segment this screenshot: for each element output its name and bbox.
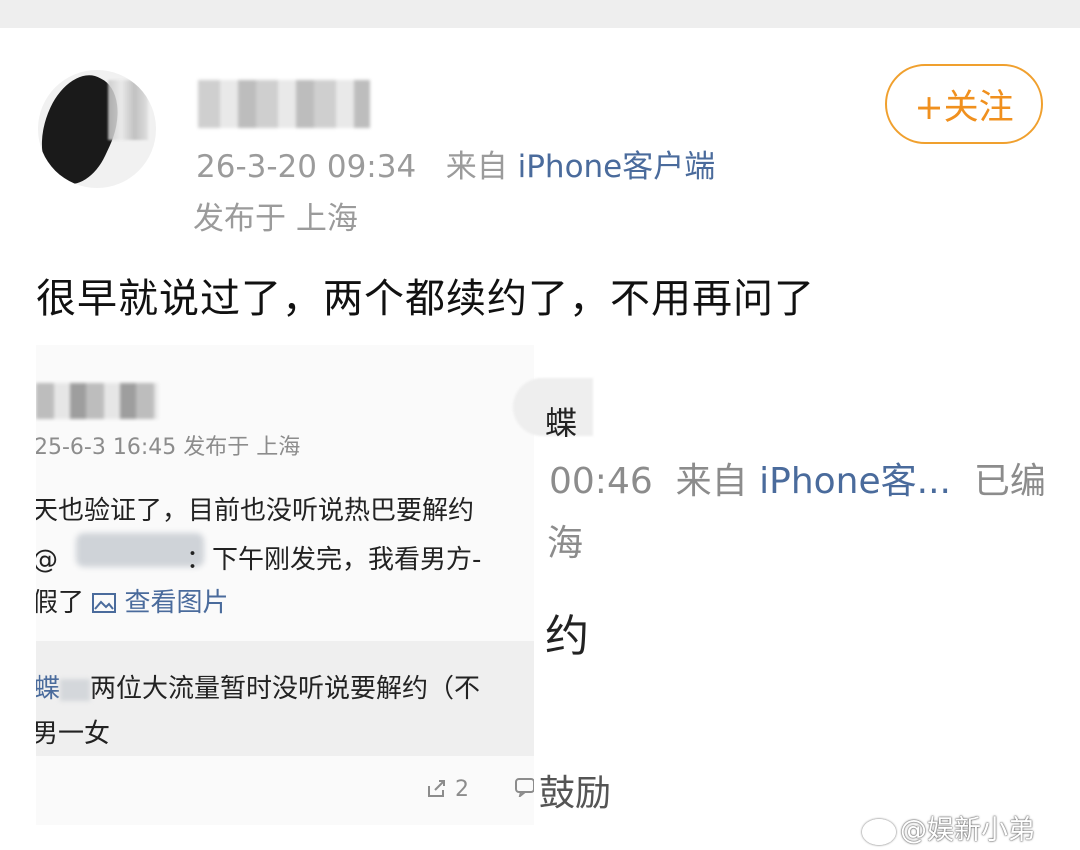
avatar-blur-mask (108, 80, 148, 140)
post-source-prefix: 来自 (445, 149, 508, 185)
share-icon (428, 780, 445, 797)
view-image-link[interactable]: 查看图片 (92, 588, 229, 618)
right-source-prefix: 来自 (675, 461, 748, 502)
embedded-username-blurred (36, 383, 158, 419)
avatar[interactable] (38, 70, 156, 188)
right-time: 00:46 (549, 461, 653, 502)
right-username: 蝶 (545, 404, 578, 442)
post-timestamp: 26-3-20 09:34 (196, 149, 417, 185)
view-image-label: 查看图片 (124, 588, 229, 618)
post-location: 发布于 上海 (193, 201, 358, 237)
follow-button[interactable]: +关注 (885, 64, 1043, 144)
post-text: 很早就说过了，两个都续约了，不用再问了 (36, 276, 815, 322)
mention-suffix: ：下午刚发完，我看男方- (186, 545, 482, 575)
quoted-post-line2: 男一女 (36, 719, 111, 749)
weibo-logo-icon (862, 818, 896, 845)
right-big-text: 约 (545, 611, 589, 662)
embedded-screenshot[interactable]: 25-6-3 16:45 发布于 上海 天也验证了，目前也没听说热巴要解约 @ ：… (36, 345, 534, 825)
embedded-meta: 25-6-3 16:45 发布于 上海 (36, 435, 301, 460)
post-meta: 26-3-20 09:34 来自 iPhone客户端 (196, 141, 715, 186)
share-count: 2 (455, 777, 469, 802)
username-blurred[interactable] (198, 80, 370, 128)
quoted-text: 两位大流量暂时没听说要解约（不 (90, 674, 481, 704)
embedded-text-line1: 天也验证了，目前也没听说热巴要解约 (36, 496, 475, 526)
right-edited: 已编 (973, 461, 1046, 502)
embedded-text-line2: @ ：下午刚发完，我看男方- (36, 539, 481, 576)
share-action[interactable]: 2 (426, 777, 469, 802)
post-source-link[interactable]: iPhone客户端 (518, 149, 716, 185)
right-meta: 00:46 来自 iPhone客... 已编 (549, 452, 1046, 504)
embedded-text-line3: 假了 查看图片 (36, 582, 229, 619)
image-icon (92, 593, 117, 613)
quoted-author[interactable]: 蝶 (36, 674, 60, 704)
comment-action[interactable] (514, 777, 534, 803)
weibo-watermark: @娱新小弟 (862, 808, 1035, 847)
right-location: 海 (547, 523, 584, 564)
right-encourage: 鼓励 (539, 773, 612, 814)
mention-prefix: @ (36, 545, 58, 575)
right-source: iPhone客... (759, 461, 951, 502)
embedded-line3-text: 假了 (36, 588, 85, 618)
comment-icon (515, 778, 534, 799)
watermark-text: @娱新小弟 (900, 815, 1035, 846)
top-bar (0, 0, 1080, 28)
quoted-post-line1: 蝶两位大流量暂时没听说要解约（不 (36, 668, 480, 705)
